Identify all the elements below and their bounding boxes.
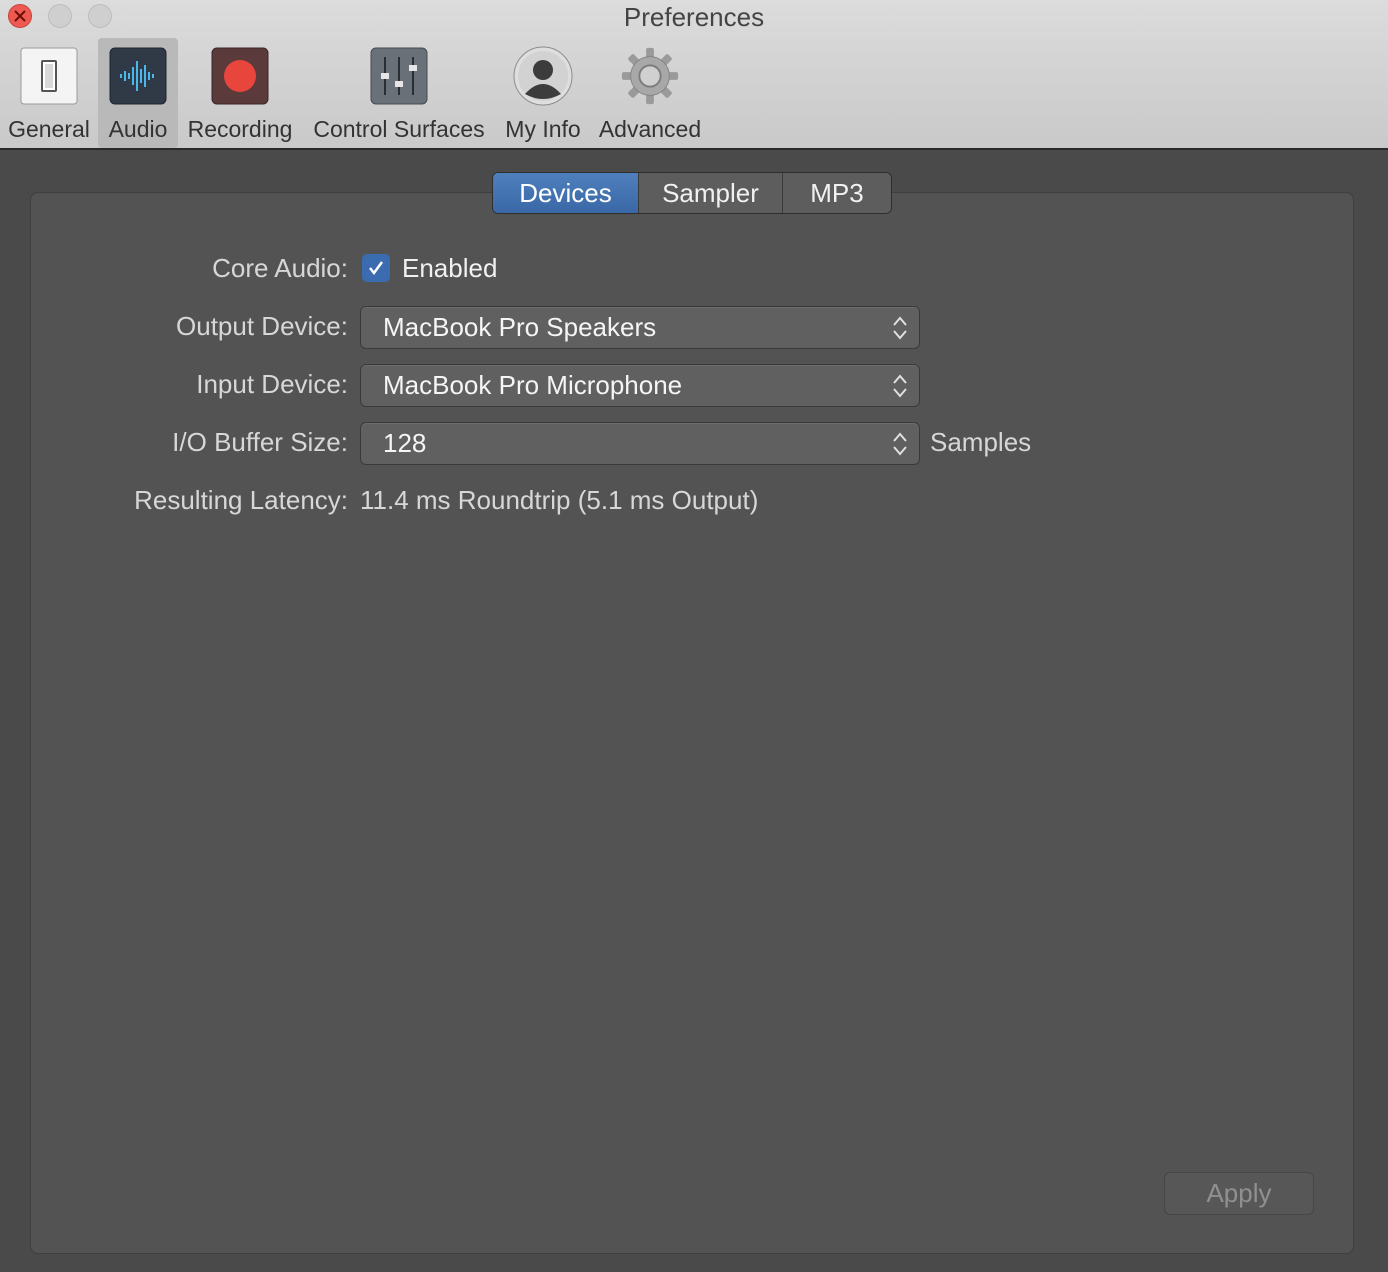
chevron-up-down-icon: [893, 374, 907, 398]
title-bar: Preferences General Audio Recording Cont…: [0, 0, 1388, 150]
switch-icon: [20, 47, 78, 105]
tab-mp3[interactable]: MP3: [783, 173, 891, 213]
buffer-size-label: I/O Buffer Size:: [172, 427, 348, 457]
chevron-up-down-icon: [893, 316, 907, 340]
latency-value: 11.4 ms Roundtrip (5.1 ms Output): [360, 485, 759, 515]
toolbar-label-control-surfaces: Control Surfaces: [313, 116, 485, 142]
core-audio-checkbox-label[interactable]: Enabled: [402, 253, 497, 284]
tab-bar: Devices Sampler MP3: [492, 172, 892, 214]
input-device-label: Input Device:: [196, 369, 348, 399]
waveform-icon: [109, 47, 167, 105]
latency-label: Resulting Latency:: [134, 485, 348, 515]
tab-sampler[interactable]: Sampler: [639, 173, 783, 213]
toolbar-item-audio[interactable]: Audio: [98, 38, 178, 148]
user-icon: [513, 46, 573, 106]
tab-devices[interactable]: Devices: [493, 173, 639, 213]
apply-button[interactable]: Apply: [1164, 1172, 1314, 1215]
toolbar-item-recording[interactable]: Recording: [184, 38, 296, 148]
input-device-select[interactable]: MacBook Pro Microphone: [360, 364, 920, 407]
output-device-value: MacBook Pro Speakers: [383, 312, 657, 342]
toolbar-item-control-surfaces[interactable]: Control Surfaces: [308, 38, 490, 148]
input-device-value: MacBook Pro Microphone: [383, 370, 683, 400]
record-icon: [211, 47, 269, 105]
toolbar-label-general: General: [8, 116, 90, 142]
window-title: Preferences: [623, 2, 765, 32]
output-device-select[interactable]: MacBook Pro Speakers: [360, 306, 920, 349]
toolbar-label-advanced: Advanced: [598, 116, 702, 142]
toolbar-item-general[interactable]: General: [4, 38, 94, 148]
toolbar-label-audio: Audio: [108, 116, 168, 142]
core-audio-label: Core Audio:: [212, 253, 348, 283]
buffer-size-select[interactable]: 128: [360, 422, 920, 465]
toolbar-label-my-info: My Info: [505, 116, 581, 142]
toolbar-item-advanced[interactable]: Advanced: [596, 38, 704, 148]
preferences-panel: [30, 192, 1354, 1254]
buffer-size-unit: Samples: [930, 427, 1032, 457]
toolbar-label-recording: Recording: [187, 116, 293, 142]
fader-icon: [370, 47, 428, 105]
output-device-label: Output Device:: [176, 311, 348, 341]
core-audio-checkbox[interactable]: [362, 254, 390, 282]
buffer-size-value: 128: [383, 428, 427, 458]
toolbar-item-my-info[interactable]: My Info: [500, 38, 586, 148]
chevron-up-down-icon: [893, 432, 907, 456]
checkmark-icon: [369, 261, 384, 276]
gear-icon: [621, 47, 679, 105]
